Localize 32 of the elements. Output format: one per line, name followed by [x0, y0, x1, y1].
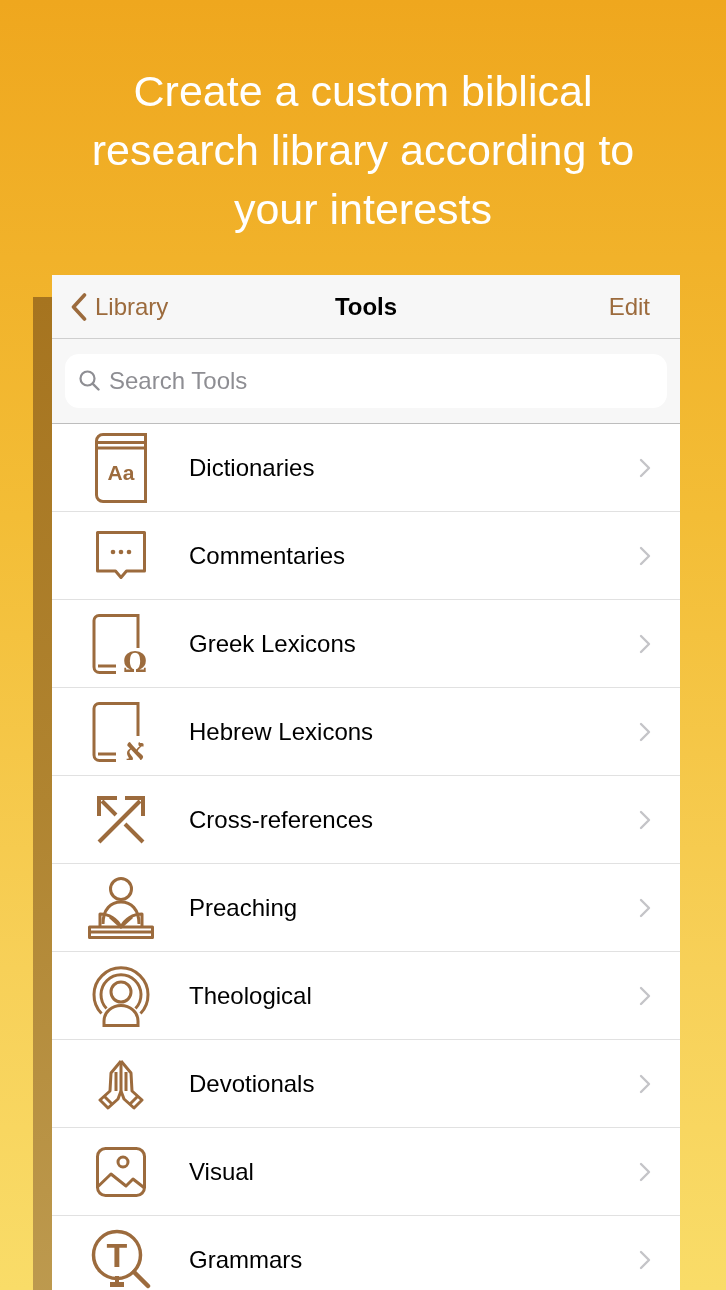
person-halo-icon [91, 964, 150, 1027]
crossed-arrows-icon [94, 793, 147, 846]
image-icon [95, 1146, 146, 1197]
chevron-right-icon [639, 633, 651, 654]
tools-list-item[interactable]: Theological [52, 952, 680, 1040]
edit-button[interactable]: Edit [608, 286, 650, 327]
chevron-right-icon [639, 809, 651, 830]
chevron-right-icon [639, 1073, 651, 1094]
nav-title: Tools [334, 292, 398, 321]
person-reading-icon [87, 876, 154, 939]
chevron-right-icon [639, 897, 651, 918]
chevron-right-icon [639, 721, 651, 742]
speech-bubble-icon [95, 531, 146, 580]
search-icon [79, 370, 100, 391]
chevron-right-icon [639, 457, 651, 478]
chevron-right-icon [639, 1249, 651, 1270]
tools-list-item[interactable]: Devotionals [52, 1040, 680, 1128]
chevron-right-icon [639, 545, 651, 566]
tools-list-item[interactable]: Visual [52, 1128, 680, 1216]
tools-list-item[interactable]: Preaching [52, 864, 680, 952]
tools-list-item[interactable]: Cross-references [52, 776, 680, 864]
chevron-left-icon [71, 292, 87, 321]
tools-list-item[interactable]: Aa Dictionaries [52, 424, 680, 512]
chevron-right-icon [639, 1161, 651, 1182]
tools-list-item[interactable]: Ω Greek Lexicons [52, 600, 680, 688]
tools-list-item[interactable]: T Grammars [52, 1216, 680, 1290]
back-button[interactable]: Library [71, 286, 173, 327]
headline: Create a custom biblical research library according to your interests [90, 66, 636, 235]
tools-list-item[interactable]: Commentaries [52, 512, 680, 600]
chevron-right-icon [639, 985, 651, 1006]
book-icon: Aa [94, 432, 147, 503]
search-field[interactable]: Search Tools [65, 354, 667, 408]
